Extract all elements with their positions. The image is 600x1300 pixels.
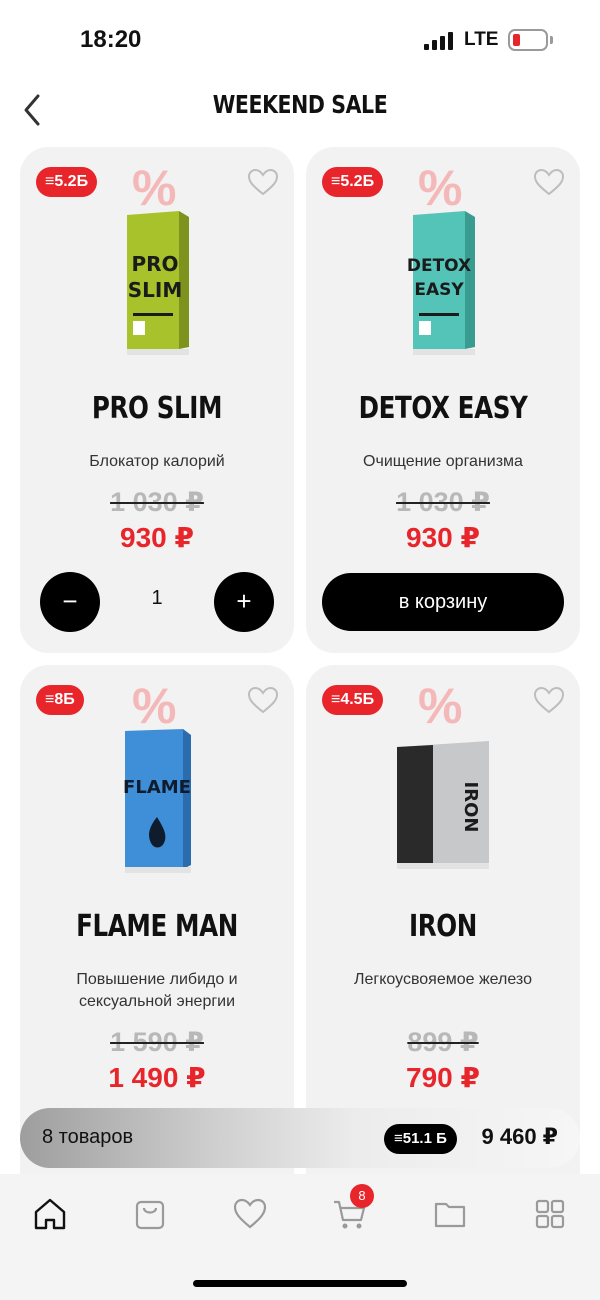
discount-percent-icon: % xyxy=(132,678,177,734)
decrease-quantity-button[interactable]: − xyxy=(40,572,100,632)
box-label: FLAME xyxy=(123,777,191,798)
product-image: FLAME xyxy=(123,729,191,873)
product-name: DETOX EASY xyxy=(358,391,528,426)
favorite-button[interactable] xyxy=(532,685,566,715)
add-to-cart-button[interactable]: в корзину xyxy=(322,573,564,631)
product-description: Легкоусвояемое железо xyxy=(354,971,532,988)
signal-icon xyxy=(424,32,454,50)
status-bar: 18:20 LTE xyxy=(0,0,600,80)
bonus-badge: ≡8Б xyxy=(36,685,84,715)
new-price: 1 490 ₽ xyxy=(108,1062,206,1093)
tab-favorites[interactable] xyxy=(230,1194,270,1234)
heart-icon xyxy=(533,686,565,714)
cart-bonus-badge: ≡51.1 Б xyxy=(384,1124,457,1154)
back-button[interactable] xyxy=(14,90,54,130)
product-description: Блокатор калорий xyxy=(89,453,225,470)
favorite-button[interactable] xyxy=(532,167,566,197)
old-price: 899 ₽ xyxy=(407,1027,479,1057)
discount-percent-icon: % xyxy=(418,160,463,216)
product-image: IRON xyxy=(397,741,489,869)
home-indicator[interactable] xyxy=(193,1280,407,1287)
tab-catalog[interactable] xyxy=(130,1194,170,1234)
bonus-badge: ≡5.2Б xyxy=(36,167,98,197)
discount-percent-icon: % xyxy=(132,160,177,216)
bag-icon xyxy=(135,1200,165,1230)
network-label: LTE xyxy=(464,29,499,50)
status-time: 18:20 xyxy=(80,26,142,53)
battery-icon xyxy=(508,29,548,51)
heart-icon xyxy=(247,168,279,196)
grid-icon xyxy=(535,1199,565,1229)
tab-more[interactable] xyxy=(530,1194,570,1234)
new-price: 930 ₽ xyxy=(406,522,480,553)
heart-icon xyxy=(247,686,279,714)
battery-tip xyxy=(550,36,553,44)
old-price: 1 590 ₽ xyxy=(110,1027,204,1057)
tab-documents[interactable] xyxy=(430,1194,470,1234)
product-description: Повышение либидо и сексуальной энергии xyxy=(76,971,238,1010)
product-card[interactable]: ≡5.2Б % DETOX EASY DETOX EASY Очищение о… xyxy=(306,147,580,653)
folder-icon xyxy=(434,1202,466,1228)
favorite-button[interactable] xyxy=(246,685,280,715)
home-icon xyxy=(34,1198,66,1230)
box-label: DETOX xyxy=(407,256,471,276)
box-label: SLIM xyxy=(128,278,183,302)
product-name: IRON xyxy=(409,909,477,944)
new-price: 790 ₽ xyxy=(406,1062,480,1093)
product-description: Очищение организма xyxy=(363,453,523,470)
box-label: PRO xyxy=(131,252,178,276)
quantity-value: 1 xyxy=(151,587,163,609)
product-image: DETOX EASY xyxy=(407,211,475,355)
discount-percent-icon: % xyxy=(418,678,463,734)
increase-quantity-button[interactable]: + xyxy=(214,572,274,632)
product-image: PRO SLIM xyxy=(127,211,189,355)
cart-items-count: 8 товаров xyxy=(42,1126,134,1148)
new-price: 930 ₽ xyxy=(120,522,194,553)
product-card[interactable]: ≡5.2Б % PRO SLIM PRO SLIM Блокатор калор… xyxy=(20,147,294,653)
product-name: PRO SLIM xyxy=(91,391,223,426)
heart-icon xyxy=(533,168,565,196)
box-label: EASY xyxy=(414,280,464,300)
product-name: FLAME MAN xyxy=(76,909,238,944)
box-label: IRON xyxy=(460,782,481,833)
cart-total: 9 460 ₽ xyxy=(481,1124,558,1149)
old-price: 1 030 ₽ xyxy=(110,487,204,517)
bonus-badge: ≡5.2Б xyxy=(322,167,384,197)
header: WEEKEND SALE xyxy=(0,80,600,140)
cart-summary-bar[interactable]: 8 товаров ≡51.1 Б 9 460 ₽ xyxy=(20,1108,580,1168)
page-title: WEEKEND SALE xyxy=(212,90,388,119)
bonus-badge: ≡4.5Б xyxy=(322,685,384,715)
favorite-button[interactable] xyxy=(246,167,280,197)
tab-home[interactable] xyxy=(30,1194,70,1234)
chevron-left-icon xyxy=(24,94,40,126)
heart-icon xyxy=(233,1198,267,1229)
old-price: 1 030 ₽ xyxy=(396,487,490,517)
cart-count-badge: 8 xyxy=(350,1184,374,1208)
